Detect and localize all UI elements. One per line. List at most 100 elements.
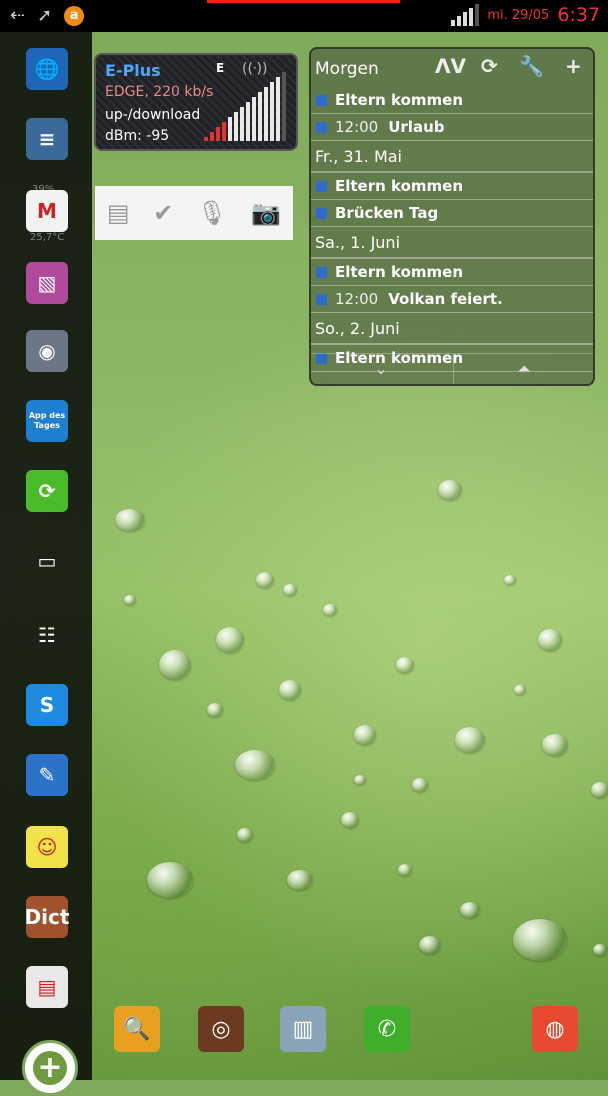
calendar-event[interactable]: 12:00 Volkan feiert.: [311, 286, 593, 313]
signal-strength-bars: [204, 72, 286, 141]
water-droplet: [147, 862, 193, 898]
day-label: Sa., 1. Juni: [315, 233, 401, 252]
water-droplet: [593, 944, 607, 956]
signal-bar: [222, 122, 226, 141]
water-droplet: [354, 775, 366, 785]
calendar-title[interactable]: Morgen: [315, 59, 379, 79]
signal-bar: [216, 127, 220, 141]
navigation-app-icon[interactable]: S: [26, 684, 68, 726]
check-icon[interactable]: ✔: [153, 199, 173, 227]
day-label: Fr., 31. Mai: [315, 147, 402, 166]
color-app-icon[interactable]: ▥: [280, 1006, 326, 1052]
event-color-marker: [316, 180, 327, 192]
notes-app-icon[interactable]: ✎: [26, 754, 68, 796]
news-app-icon[interactable]: ▤: [26, 966, 68, 1008]
signal-bar: [264, 87, 268, 141]
usb-icon: ⇠: [10, 5, 26, 26]
send-icon: ➚: [37, 5, 53, 26]
water-droplet: [354, 725, 376, 745]
calendar-footer: ⌄ ⏶: [311, 353, 593, 384]
calendar-event[interactable]: 12:00 Urlaub: [311, 114, 593, 141]
signal-bar: [210, 132, 214, 141]
scroll-top-icon[interactable]: ⏶: [453, 354, 593, 384]
transfer-mode: up-/download: [105, 107, 201, 123]
add-app-button[interactable]: +: [22, 1040, 78, 1096]
water-droplet: [256, 572, 274, 588]
calendar-event[interactable]: Eltern kommen: [311, 259, 593, 286]
event-title: Urlaub: [388, 118, 445, 136]
sync-app-icon[interactable]: ⟳: [26, 470, 68, 512]
calendar-day-header: Sa., 1. Juni: [311, 227, 593, 259]
water-droplet: [216, 627, 244, 653]
chrome-app-icon[interactable]: ◍: [532, 1006, 578, 1052]
event-color-marker: [316, 266, 327, 278]
water-droplet: [542, 734, 568, 756]
event-title: Eltern kommen: [335, 177, 464, 195]
water-droplet: [207, 703, 223, 717]
gmail-app-icon[interactable]: M: [26, 190, 68, 232]
temperature-label: 25,7°C: [30, 232, 65, 243]
water-droplet: [341, 812, 359, 828]
app-des-tages-icon[interactable]: App des Tages: [26, 400, 68, 442]
signal-bar: [234, 112, 238, 141]
signal-dbm: dBm: -95: [105, 128, 170, 144]
water-droplet: [159, 650, 191, 680]
signal-bar: [258, 92, 262, 141]
phone-app-icon[interactable]: ✆: [364, 1006, 410, 1052]
signal-widget[interactable]: E-Plus E ((ᐧ)) EDGE, 220 kb/s up-/downlo…: [94, 53, 298, 151]
calendar-event[interactable]: Eltern kommen: [311, 173, 593, 200]
signal-bar: [270, 82, 274, 141]
water-droplet: [115, 509, 145, 531]
signal-bar: [276, 77, 280, 141]
water-droplet: [455, 727, 485, 753]
calendar-event[interactable]: Eltern kommen: [311, 87, 593, 114]
globe-app-icon[interactable]: 🌐: [26, 48, 68, 90]
plus-icon[interactable]: +: [565, 54, 582, 78]
water-droplet: [287, 870, 313, 890]
calendar-event[interactable]: Brücken Tag: [311, 200, 593, 227]
gallery-app-icon[interactable]: ▧: [26, 262, 68, 304]
board-app-icon[interactable]: ☷: [26, 614, 68, 656]
calendar-day-header: So., 2. Juni: [311, 313, 593, 345]
status-date: mi. 29/05: [487, 7, 550, 23]
event-color-marker: [316, 94, 327, 106]
water-droplet: [419, 936, 441, 954]
sticky-note-app-icon[interactable]: ☺: [26, 826, 68, 868]
sort-icon[interactable]: ᐱᐯ: [435, 54, 466, 78]
event-color-marker: [316, 293, 327, 305]
event-title: Eltern kommen: [335, 263, 464, 281]
water-droplet: [504, 575, 516, 585]
signal-icon: [451, 4, 480, 26]
water-droplet: [538, 629, 562, 651]
camera-lens-app-icon[interactable]: ◎: [198, 1006, 244, 1052]
water-droplet: [283, 584, 297, 596]
calendar-day-header: Fr., 31. Mai: [311, 141, 593, 173]
water-droplet: [460, 902, 480, 918]
map-search-app-icon[interactable]: 🔍: [114, 1006, 160, 1052]
event-title: Volkan feiert.: [388, 290, 503, 308]
settings-app-icon[interactable]: ≡: [26, 118, 68, 160]
refresh-icon[interactable]: ⟳: [481, 54, 498, 78]
chevron-down-icon[interactable]: ⌄: [311, 354, 451, 384]
signal-bar: [246, 102, 250, 141]
water-droplet: [591, 782, 608, 798]
camera-app-icon[interactable]: ◉: [26, 330, 68, 372]
status-accent-line: [207, 0, 400, 3]
event-color-marker: [316, 207, 327, 219]
carrier-name: E-Plus: [105, 61, 161, 80]
water-droplet: [514, 685, 526, 695]
mic-icon[interactable]: 🎙: [197, 199, 227, 227]
day-label: So., 2. Juni: [315, 319, 400, 338]
multitask-app-icon[interactable]: ▭: [26, 540, 68, 582]
signal-bar: [240, 107, 244, 141]
event-time: 12:00: [335, 118, 379, 136]
note-icon[interactable]: ▤: [107, 199, 130, 227]
dict-app-icon[interactable]: Dict: [25, 896, 69, 938]
camera-icon[interactable]: 📷: [251, 199, 281, 227]
water-droplet: [412, 778, 428, 792]
water-droplet: [513, 919, 567, 961]
signal-bar: [282, 72, 286, 141]
network-speed: EDGE, 220 kb/s: [105, 84, 214, 100]
wrench-icon[interactable]: 🔧: [519, 54, 544, 78]
event-title: Brücken Tag: [335, 204, 439, 222]
